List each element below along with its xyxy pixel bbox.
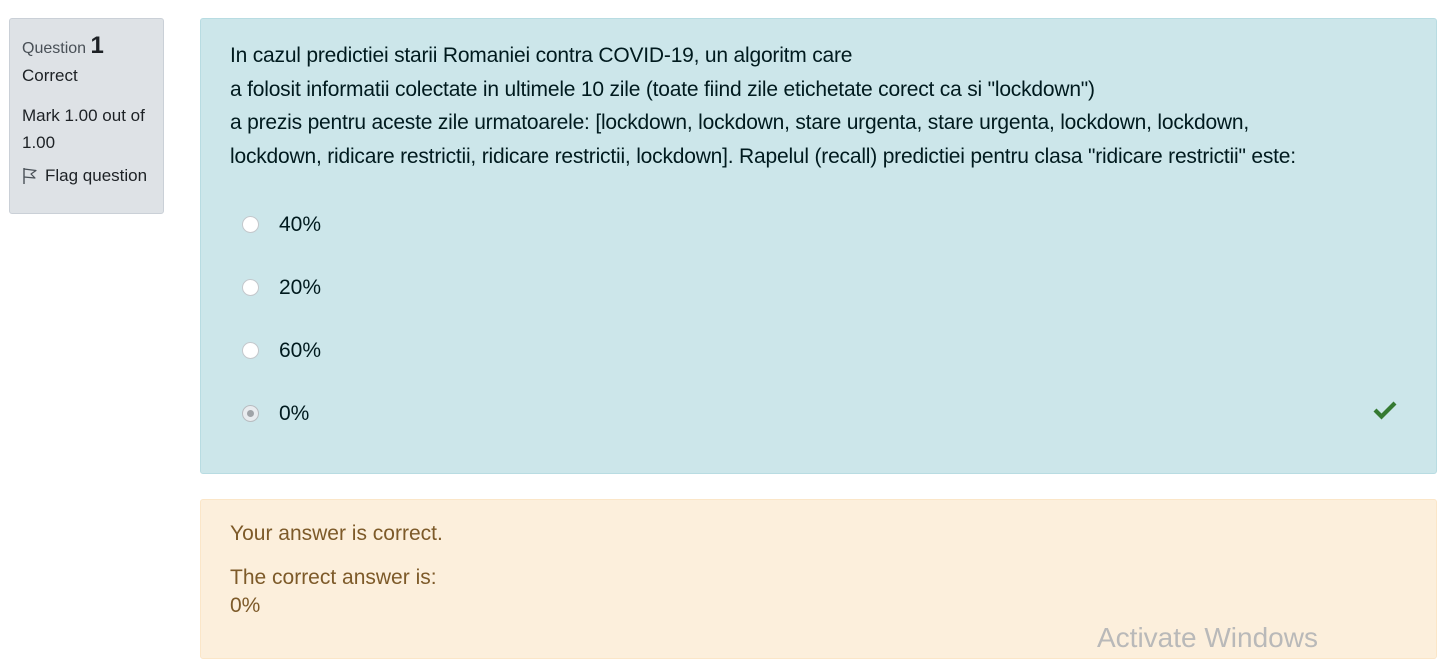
answer-option[interactable]: 40% xyxy=(230,193,1407,256)
answer-radio[interactable] xyxy=(242,279,259,296)
right-answer-label: The correct answer is: xyxy=(230,566,437,589)
answer-radio[interactable] xyxy=(242,342,259,359)
answer-radio[interactable] xyxy=(242,216,259,233)
check-icon xyxy=(1373,399,1397,421)
question-text-line: a prezis pentru aceste zile urmatoarele:… xyxy=(230,111,1250,134)
answer-label: 40% xyxy=(279,212,322,236)
flag-question-link[interactable]: Flag question xyxy=(22,165,151,187)
answer-label: 60% xyxy=(279,338,322,362)
answer-radio-selected[interactable] xyxy=(242,405,259,422)
right-answer-value: 0% xyxy=(230,594,261,617)
question-number: Question 1 xyxy=(22,31,151,61)
flag-icon xyxy=(22,167,38,185)
question-text-line: In cazul predictiei starii Romaniei cont… xyxy=(230,44,853,67)
question-text-line: a folosit informatii colectate in ultime… xyxy=(230,77,1095,101)
question-number-value: 1 xyxy=(90,32,104,59)
answer-label: 20% xyxy=(279,275,322,299)
flag-question-label: Flag question xyxy=(45,166,148,185)
question-text: In cazul predictiei starii Romaniei cont… xyxy=(230,39,1407,173)
answer-option[interactable]: 60% xyxy=(230,319,1407,382)
answer-list: 40% 20% 60% 0% xyxy=(230,193,1407,445)
question-text-line: lockdown, ridicare restrictii, ridicare … xyxy=(230,144,1296,168)
windows-activation-watermark: Activate Windows xyxy=(1097,622,1318,653)
answer-option-selected[interactable]: 0% xyxy=(230,382,1407,445)
question-state: Correct xyxy=(22,66,78,85)
question-info-panel: Question 1 Correct Mark 1.00 out of 1.00… xyxy=(9,18,164,214)
question-grade: Mark 1.00 out of 1.00 xyxy=(22,106,145,152)
answer-label: 0% xyxy=(279,401,310,425)
answer-option[interactable]: 20% xyxy=(230,256,1407,319)
question-formulation: In cazul predictiei starii Romaniei cont… xyxy=(200,18,1437,474)
question-label: Question xyxy=(22,40,87,57)
specific-feedback: Your answer is correct. xyxy=(230,522,443,545)
